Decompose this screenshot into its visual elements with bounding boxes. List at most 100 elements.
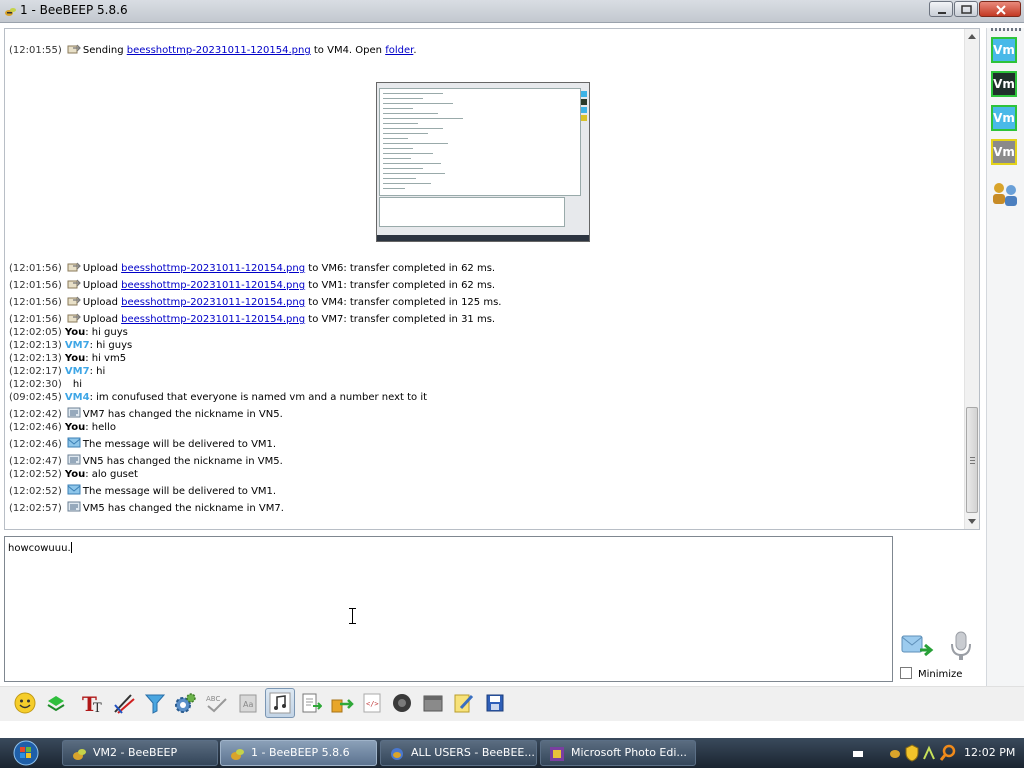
sender-name: You — [64, 327, 86, 338]
file-link[interactable]: beesshottmp-20231011-120154.png — [127, 45, 311, 56]
user-avatar-vm[interactable]: Vm — [991, 139, 1017, 165]
timestamp: (12:02:46) — [9, 422, 62, 433]
transfer-text: to VM1: transfer completed in 62 ms. — [305, 280, 496, 291]
note-icon[interactable] — [450, 690, 476, 716]
spellcheck-icon[interactable]: ABC — [204, 690, 230, 716]
start-button-icon[interactable] — [8, 740, 40, 766]
taskbar-button[interactable]: Microsoft Photo Edi... — [540, 740, 696, 766]
message-text: VM5 has changed the nickname in VM7. — [82, 503, 284, 514]
taskbar-button[interactable]: 1 - BeeBEEP 5.8.6 — [220, 740, 377, 766]
file-link[interactable]: beesshottmp-20231011-120154.png — [121, 314, 305, 325]
timestamp: (12:02:57) — [9, 503, 62, 514]
send-file-icon[interactable] — [43, 690, 69, 716]
windows-taskbar: VM2 - BeeBEEP 1 - BeeBEEP 5.8.6 ALL USERS … — [0, 738, 1024, 768]
timestamp: (12:01:56) — [9, 297, 62, 308]
screenshot-icon[interactable] — [389, 690, 415, 716]
chat-line: (12:02:30) hi — [9, 378, 82, 391]
security-shield-icon[interactable] — [905, 744, 919, 762]
file-link[interactable]: beesshottmp-20231011-120154.png — [121, 297, 305, 308]
transfer-text: Upload — [82, 263, 122, 274]
system-message-icon — [67, 454, 81, 465]
chat-line: (12:02:52) You: alo guset — [9, 468, 138, 481]
system-message-icon — [67, 407, 81, 418]
send-message-icon[interactable] — [900, 632, 934, 660]
dictionary-icon[interactable]: Aa — [235, 690, 261, 716]
thumbnail-taskbar — [377, 235, 589, 241]
save-chat-icon[interactable] — [298, 690, 324, 716]
html-icon[interactable]: </> — [359, 690, 385, 716]
timestamp: (12:02:17) — [9, 366, 62, 377]
chat-line: (12:01:55) Sending beesshottmp-20231011-… — [9, 43, 417, 57]
user-avatar-vm[interactable]: Vm — [991, 105, 1017, 131]
sender-name[interactable]: VM7 — [65, 366, 90, 377]
sender-name[interactable]: VM7 — [65, 340, 90, 351]
timestamp: (12:01:55) — [9, 45, 62, 56]
transfer-text: to VM4. Open — [310, 45, 386, 56]
color-icon[interactable] — [111, 690, 137, 716]
scrollbar-thumb[interactable] — [966, 407, 978, 513]
panel-grip[interactable] — [991, 28, 1021, 31]
clock[interactable]: 12:02 PM — [964, 738, 1015, 768]
chat-toolbar: TT ABC Aa </> — [0, 686, 1024, 721]
ibeam-cursor-icon — [349, 608, 356, 624]
save-icon[interactable] — [482, 690, 508, 716]
chat-line: (12:02:42) VM7 has changed the nickname … — [9, 407, 283, 421]
timestamp: (12:02:13) — [9, 353, 62, 364]
taskbar-button[interactable]: ALL USERS - BeeBEE... — [380, 740, 537, 766]
user-avatar-vm[interactable]: Vm — [991, 71, 1017, 97]
chat-history[interactable]: (12:01:55) Sending beesshottmp-20231011-… — [4, 28, 980, 530]
music-icon[interactable] — [265, 688, 295, 718]
file-transfer-icon — [67, 296, 81, 306]
settings-icon[interactable] — [172, 690, 198, 716]
users-group-icon[interactable] — [989, 180, 1021, 208]
search-tray-icon[interactable] — [940, 744, 956, 762]
microphone-icon[interactable] — [948, 630, 974, 662]
font-icon[interactable]: TT — [80, 690, 106, 716]
thumbnail-chat-area — [379, 88, 581, 196]
chat-scrollbar[interactable] — [964, 29, 979, 529]
minimize-button[interactable] — [929, 1, 953, 17]
share-icon[interactable] — [329, 690, 355, 716]
timestamp: (12:02:13) — [9, 340, 62, 351]
minimize-checkbox[interactable] — [900, 667, 912, 679]
screenshot-thumbnail[interactable] — [376, 82, 590, 242]
chat-line: (12:02:47) VN5 has changed the nickname … — [9, 454, 283, 468]
message-input[interactable]: howcowuuu. — [4, 536, 893, 682]
minimize-label: Minimize — [918, 669, 963, 680]
message-text: : alo guset — [85, 469, 138, 480]
chat-line: (12:02:13) VM7: hi guys — [9, 339, 132, 352]
timestamp: (12:02:52) — [9, 486, 62, 497]
timestamp: (09:02:45) — [9, 392, 62, 403]
transfer-text: to VM4: transfer completed in 125 ms. — [305, 297, 502, 308]
minimize-checkbox-row[interactable]: Minimize — [900, 667, 962, 680]
network-bee-icon[interactable] — [888, 745, 902, 761]
network-icon[interactable] — [922, 745, 936, 761]
timestamp: (12:01:56) — [9, 263, 62, 274]
maximize-button[interactable] — [954, 1, 978, 17]
file-link[interactable]: beesshottmp-20231011-120154.png — [121, 280, 305, 291]
filter-icon[interactable] — [142, 690, 168, 716]
file-link[interactable]: beesshottmp-20231011-120154.png — [121, 263, 305, 274]
system-message-icon — [67, 501, 81, 512]
folder-link[interactable]: folder — [385, 45, 413, 56]
svg-text:</>: </> — [366, 700, 379, 708]
close-button[interactable] — [979, 1, 1021, 17]
user-avatar-vm[interactable]: Vm — [991, 37, 1017, 63]
sender-name[interactable]: VM4 — [65, 392, 90, 403]
beebeep-task-icon — [231, 749, 244, 760]
scroll-down-icon[interactable] — [968, 519, 976, 524]
chat-line: (12:01:56) Upload beesshottmp-20231011-1… — [9, 278, 495, 292]
text-caret — [70, 542, 72, 553]
taskbar-button[interactable]: VM2 - BeeBEEP — [62, 740, 218, 766]
chat-line: (12:01:56) Upload beesshottmp-20231011-1… — [9, 295, 501, 309]
timestamp: (12:02:42) — [9, 409, 62, 420]
scroll-up-icon[interactable] — [968, 34, 976, 39]
beebeep-group-task-icon — [391, 748, 403, 760]
timestamp: (12:01:56) — [9, 280, 62, 291]
emoticon-icon[interactable] — [12, 690, 38, 716]
keyboard-icon[interactable] — [853, 749, 863, 759]
clear-icon[interactable] — [420, 690, 446, 716]
window-title: 1 - BeeBEEP 5.8.6 — [20, 3, 128, 17]
message-text: : hello — [85, 422, 116, 433]
timestamp: (12:02:47) — [9, 456, 62, 467]
